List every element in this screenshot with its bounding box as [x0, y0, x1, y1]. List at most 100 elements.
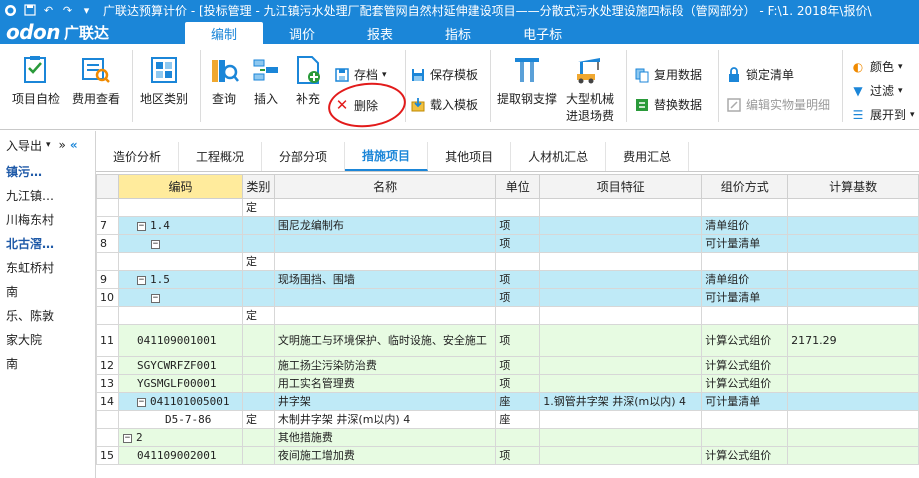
undo-icon[interactable]: ↶	[42, 4, 55, 17]
column-header[interactable]: 编码	[117, 174, 243, 199]
table-row[interactable]: 10 − 项 可计量清单	[96, 288, 919, 307]
menu-tab[interactable]: 指标	[419, 22, 497, 44]
sub-tab[interactable]: 费用汇总	[606, 142, 690, 171]
base-cell[interactable]	[787, 270, 919, 289]
column-header[interactable]: 计算基数	[787, 174, 919, 199]
name-cell[interactable]	[273, 306, 497, 325]
column-header[interactable]: 项目特征	[539, 174, 703, 199]
base-cell[interactable]	[787, 356, 919, 375]
feat-cell[interactable]	[539, 374, 703, 393]
base-cell[interactable]	[787, 446, 919, 465]
menu-tab[interactable]: 调价	[263, 22, 341, 44]
sub-tab[interactable]: 分部分项	[262, 142, 346, 171]
replace-data-button[interactable]: 替换数据	[634, 96, 702, 113]
code-cell[interactable]	[117, 252, 243, 271]
unit-cell[interactable]: 项	[495, 324, 541, 357]
name-cell[interactable]: 井字架	[273, 392, 497, 411]
dropdown-icon[interactable]: ▾	[80, 4, 93, 17]
base-cell[interactable]: 2171.29	[787, 324, 919, 357]
project-check-button[interactable]: 项目自检	[12, 54, 60, 107]
sub-tab[interactable]: 措施项目	[345, 142, 429, 171]
cat-cell[interactable]: 定	[241, 198, 275, 217]
base-cell[interactable]	[787, 252, 919, 271]
code-cell[interactable]: −1.4	[117, 216, 243, 235]
unit-cell[interactable]	[495, 306, 541, 325]
cat-cell[interactable]	[241, 374, 275, 393]
base-cell[interactable]	[787, 374, 919, 393]
method-cell[interactable]: 清单组价	[701, 216, 789, 235]
collapse-toggle-icon[interactable]: −	[122, 433, 132, 443]
code-cell[interactable]: YGSMGLF00001	[117, 374, 243, 393]
column-header[interactable]: 组价方式	[701, 174, 789, 199]
cat-cell[interactable]	[241, 324, 275, 357]
name-cell[interactable]: 木制井字架 井深(m以内) 4	[273, 410, 497, 429]
base-cell[interactable]	[787, 198, 919, 217]
feat-cell[interactable]	[539, 356, 703, 375]
base-cell[interactable]	[787, 216, 919, 235]
row-number[interactable]: 7	[96, 216, 119, 235]
table-row[interactable]: D5-7-86 定木制井字架 井深(m以内) 4座	[96, 410, 919, 429]
feat-cell[interactable]	[539, 446, 703, 465]
insert-button[interactable]: 插入	[250, 54, 282, 107]
table-row[interactable]: 7−1.4 围尼龙编制布项 清单组价	[96, 216, 919, 235]
cat-cell[interactable]	[241, 288, 275, 307]
unit-cell[interactable]: 项	[495, 374, 541, 393]
area-class-button[interactable]: 地区类别	[140, 54, 188, 107]
table-row[interactable]: 定	[96, 306, 919, 325]
table-row[interactable]: 9−1.5 现场围挡、围墙项清单组价	[96, 270, 919, 289]
cat-cell[interactable]	[241, 216, 275, 235]
unit-cell[interactable]: 项	[495, 446, 541, 465]
column-header[interactable]	[96, 174, 119, 199]
redo-icon[interactable]: ↷	[61, 4, 74, 17]
cat-cell[interactable]	[241, 356, 275, 375]
feat-cell[interactable]	[539, 410, 703, 429]
feat-cell[interactable]	[539, 288, 703, 307]
reuse-data-button[interactable]: 复用数据	[634, 66, 702, 83]
row-number[interactable]: 12	[96, 356, 119, 375]
cat-cell[interactable]	[241, 446, 275, 465]
cat-cell[interactable]: 定	[241, 410, 275, 429]
unit-cell[interactable]: 座	[495, 392, 541, 411]
unit-cell[interactable]	[495, 252, 541, 271]
feat-cell[interactable]	[539, 252, 703, 271]
method-cell[interactable]	[701, 198, 789, 217]
name-cell[interactable]	[273, 288, 497, 307]
tree-item[interactable]: 镇污…	[0, 159, 95, 183]
feat-cell[interactable]	[539, 324, 703, 357]
code-cell[interactable]: 041109002001	[117, 446, 243, 465]
unit-cell[interactable]	[495, 198, 541, 217]
row-number[interactable]: 9	[96, 270, 119, 289]
collapse-toggle-icon[interactable]: −	[136, 397, 146, 407]
base-cell[interactable]	[787, 428, 919, 447]
table-row[interactable]: −2 其他措施费	[96, 428, 919, 447]
table-row[interactable]: 8 − 项 可计量清单	[96, 234, 919, 253]
column-header[interactable]: 名称	[273, 174, 497, 199]
feat-cell[interactable]	[539, 428, 703, 447]
method-cell[interactable]: 计算公式组价	[701, 374, 789, 393]
cat-cell[interactable]: 定	[241, 252, 275, 271]
feat-cell[interactable]	[539, 234, 703, 253]
base-cell[interactable]	[787, 410, 919, 429]
table-row[interactable]: 11 041109001001 文明施工与环境保护、临时设施、安全施工项 计算公式组价…	[96, 324, 919, 357]
method-cell[interactable]: 计算公式组价	[701, 446, 789, 465]
menu-tab[interactable]: 报表	[341, 22, 419, 44]
row-number[interactable]: 11	[96, 324, 119, 357]
unit-cell[interactable]: 项	[495, 216, 541, 235]
save-icon[interactable]	[23, 4, 36, 17]
column-header[interactable]: 类别	[241, 174, 275, 199]
table-row[interactable]: 定	[96, 198, 919, 217]
name-cell[interactable]: 围尼龙编制布	[273, 216, 497, 235]
archive-button[interactable]: 存档 ▾	[334, 66, 387, 83]
method-cell[interactable]	[701, 306, 789, 325]
method-cell[interactable]	[701, 252, 789, 271]
method-cell[interactable]: 计算公式组价	[701, 356, 789, 375]
name-cell[interactable]: 施工扬尘污染防治费	[273, 356, 497, 375]
tree-item[interactable]: 南	[0, 279, 95, 303]
column-header[interactable]: 单位	[495, 174, 541, 199]
name-cell[interactable]	[273, 234, 497, 253]
feat-cell[interactable]	[539, 306, 703, 325]
import-export-label[interactable]: 入导出	[6, 137, 42, 154]
delete-button[interactable]: ✕ 删除	[334, 96, 378, 114]
sub-tab[interactable]: 造价分析	[96, 142, 180, 171]
table-row[interactable]: 15 041109002001 夜间施工增加费项 计算公式组价	[96, 446, 919, 465]
